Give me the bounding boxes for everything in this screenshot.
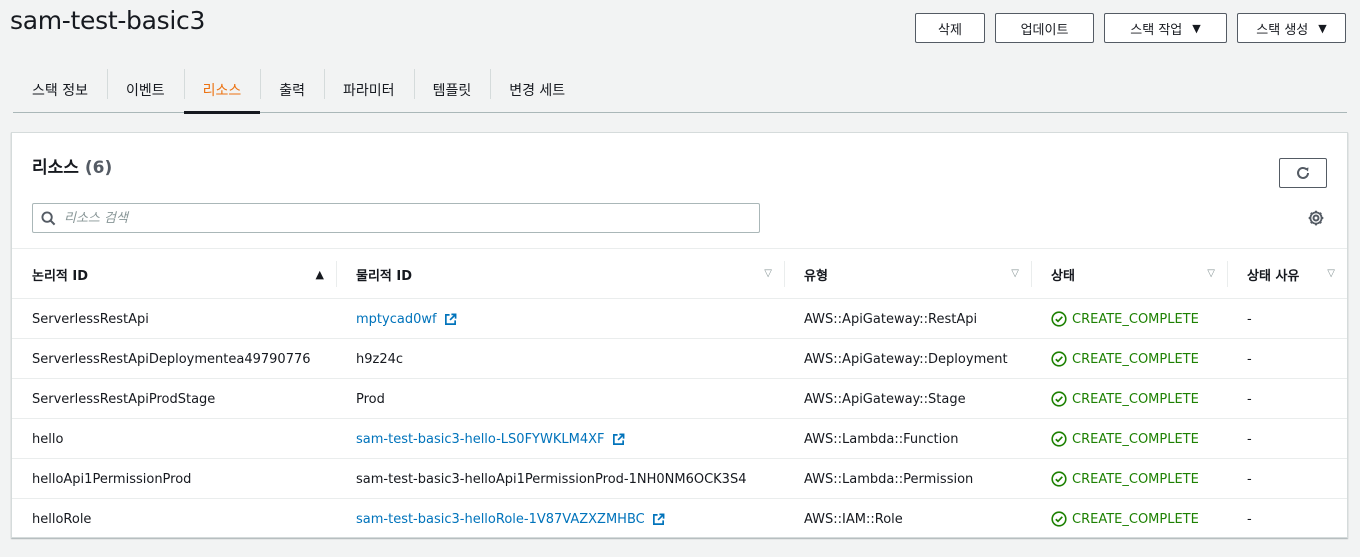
status-badge: CREATE_COMPLETE <box>1031 299 1227 339</box>
status-reason: - <box>1247 311 1252 327</box>
resource-count: (6) <box>84 158 113 178</box>
column-status[interactable]: 상태 ▽ <box>1031 249 1227 299</box>
stack-actions-button[interactable]: 스택 작업 ▼ <box>1104 13 1227 43</box>
gear-icon[interactable] <box>1307 209 1325 227</box>
status-text: CREATE_COMPLETE <box>1072 511 1199 527</box>
caret-down-icon: ▽ <box>1011 268 1019 279</box>
page-title: sam-test-basic3 <box>10 6 206 35</box>
update-button[interactable]: 업데이트 <box>995 13 1094 43</box>
resource-type: AWS::ApiGateway::Deployment <box>804 351 1008 367</box>
check-circle-icon <box>1051 431 1067 447</box>
check-circle-icon <box>1051 391 1067 407</box>
caret-down-icon: ▼ <box>1192 21 1201 35</box>
tab-resources[interactable]: 리소스 <box>183 67 261 114</box>
status-reason: - <box>1247 431 1252 447</box>
tab-outputs[interactable]: 출력 <box>260 67 324 113</box>
stack-actions-toolbar: 삭제 업데이트 스택 작업 ▼ 스택 생성 ▼ <box>915 13 1346 43</box>
column-status-reason[interactable]: 상태 사유 ▽ <box>1227 249 1347 299</box>
caret-down-icon: ▽ <box>764 268 772 279</box>
table-header: 논리적 ID ▲ 물리적 ID ▽ 유형 ▽ 상태 ▽ 상태 사유 ▽ <box>12 249 1347 299</box>
physical-id-link[interactable]: sam-test-basic3-helloRole-1V87VAZXZMHBC <box>336 499 784 539</box>
status-text: CREATE_COMPLETE <box>1072 391 1199 407</box>
create-stack-label: 스택 생성 <box>1256 22 1309 38</box>
physical-id: sam-test-basic3-helloRole-1V87VAZXZMHBC <box>356 511 645 527</box>
status-badge: CREATE_COMPLETE <box>1031 459 1227 499</box>
physical-id: sam-test-basic3-hello-LS0FYWKLM4XF <box>356 431 605 447</box>
table-row: ServerlessRestApiDeploymentea49790776 h9… <box>12 339 1347 379</box>
physical-id: mptycad0wf <box>356 311 437 327</box>
check-circle-icon <box>1051 311 1067 327</box>
status-badge: CREATE_COMPLETE <box>1031 419 1227 459</box>
logical-id: hello <box>32 431 64 447</box>
caret-down-icon: ▽ <box>1327 268 1335 279</box>
logical-id: helloApi1PermissionProd <box>32 471 192 487</box>
table-row: helloApi1PermissionProd sam-test-basic3-… <box>12 459 1347 499</box>
refresh-button[interactable] <box>1279 158 1327 188</box>
resources-table: 논리적 ID ▲ 물리적 ID ▽ 유형 ▽ 상태 ▽ 상태 사유 ▽ Serv… <box>12 248 1347 539</box>
caret-up-icon: ▲ <box>315 268 324 281</box>
column-label: 상태 사유 <box>1247 268 1300 284</box>
table-row: helloRole sam-test-basic3-helloRole-1V87… <box>12 499 1347 539</box>
logical-id: ServerlessRestApi <box>32 311 149 327</box>
logical-id: ServerlessRestApiDeploymentea49790776 <box>32 351 311 367</box>
table-row: ServerlessRestApi mptycad0wf AWS::ApiGat… <box>12 299 1347 339</box>
resource-type: AWS::Lambda::Function <box>804 431 959 447</box>
physical-id-link[interactable]: mptycad0wf <box>336 299 784 339</box>
physical-id: h9z24c <box>356 351 404 367</box>
search-box <box>32 203 760 233</box>
column-physical-id[interactable]: 물리적 ID ▽ <box>336 249 784 299</box>
panel-title-text: 리소스 <box>32 158 79 178</box>
status-reason: - <box>1247 391 1252 407</box>
resource-type: AWS::ApiGateway::Stage <box>804 391 966 407</box>
status-text: CREATE_COMPLETE <box>1072 351 1199 367</box>
resource-type: AWS::IAM::Role <box>804 511 903 527</box>
column-label: 물리적 ID <box>356 268 413 284</box>
table-row: ServerlessRestApiProdStage Prod AWS::Api… <box>12 379 1347 419</box>
tab-parameters[interactable]: 파라미터 <box>324 67 414 113</box>
tab-stack-info[interactable]: 스택 정보 <box>13 67 107 113</box>
logical-id: helloRole <box>32 511 92 527</box>
external-link-icon <box>612 433 624 445</box>
column-logical-id[interactable]: 논리적 ID ▲ <box>12 249 336 299</box>
status-text: CREATE_COMPLETE <box>1072 471 1199 487</box>
logical-id: ServerlessRestApiProdStage <box>32 391 216 407</box>
caret-down-icon: ▽ <box>1207 268 1215 279</box>
tab-change-sets[interactable]: 변경 세트 <box>490 67 584 113</box>
table-row: hello sam-test-basic3-hello-LS0FYWKLM4XF… <box>12 419 1347 459</box>
status-text: CREATE_COMPLETE <box>1072 431 1199 447</box>
column-label: 논리적 ID <box>32 268 89 284</box>
status-reason: - <box>1247 471 1252 487</box>
stack-tabs: 스택 정보 이벤트 리소스 출력 파라미터 템플릿 변경 세트 <box>13 67 1347 114</box>
column-label: 상태 <box>1051 268 1075 284</box>
caret-down-icon: ▼ <box>1318 21 1327 35</box>
status-badge: CREATE_COMPLETE <box>1031 339 1227 379</box>
create-stack-button[interactable]: 스택 생성 ▼ <box>1237 13 1346 43</box>
column-type[interactable]: 유형 ▽ <box>784 249 1031 299</box>
status-reason: - <box>1247 351 1252 367</box>
status-text: CREATE_COMPLETE <box>1072 311 1199 327</box>
search-input[interactable] <box>64 210 744 226</box>
check-circle-icon <box>1051 351 1067 367</box>
search-icon <box>41 210 56 225</box>
check-circle-icon <box>1051 471 1067 487</box>
refresh-icon <box>1297 166 1309 179</box>
resources-panel: 리소스 (6) 논리적 ID ▲ 물리적 ID ▽ <box>11 132 1348 538</box>
delete-button[interactable]: 삭제 <box>915 13 985 43</box>
physical-id: sam-test-basic3-helloApi1PermissionProd-… <box>356 471 747 487</box>
resource-type: AWS::Lambda::Permission <box>804 471 974 487</box>
tab-template[interactable]: 템플릿 <box>413 67 491 113</box>
check-circle-icon <box>1051 511 1067 527</box>
physical-id-link[interactable]: sam-test-basic3-hello-LS0FYWKLM4XF <box>336 419 784 459</box>
resource-type: AWS::ApiGateway::RestApi <box>804 311 978 327</box>
tab-events[interactable]: 이벤트 <box>106 67 184 113</box>
status-badge: CREATE_COMPLETE <box>1031 379 1227 419</box>
column-label: 유형 <box>804 268 828 284</box>
status-reason: - <box>1247 511 1252 527</box>
external-link-icon <box>652 513 665 525</box>
status-badge: CREATE_COMPLETE <box>1031 499 1227 539</box>
external-link-icon <box>444 313 457 325</box>
stack-actions-label: 스택 작업 <box>1130 22 1183 38</box>
physical-id: Prod <box>356 391 385 407</box>
panel-title: 리소스 (6) <box>32 153 112 178</box>
